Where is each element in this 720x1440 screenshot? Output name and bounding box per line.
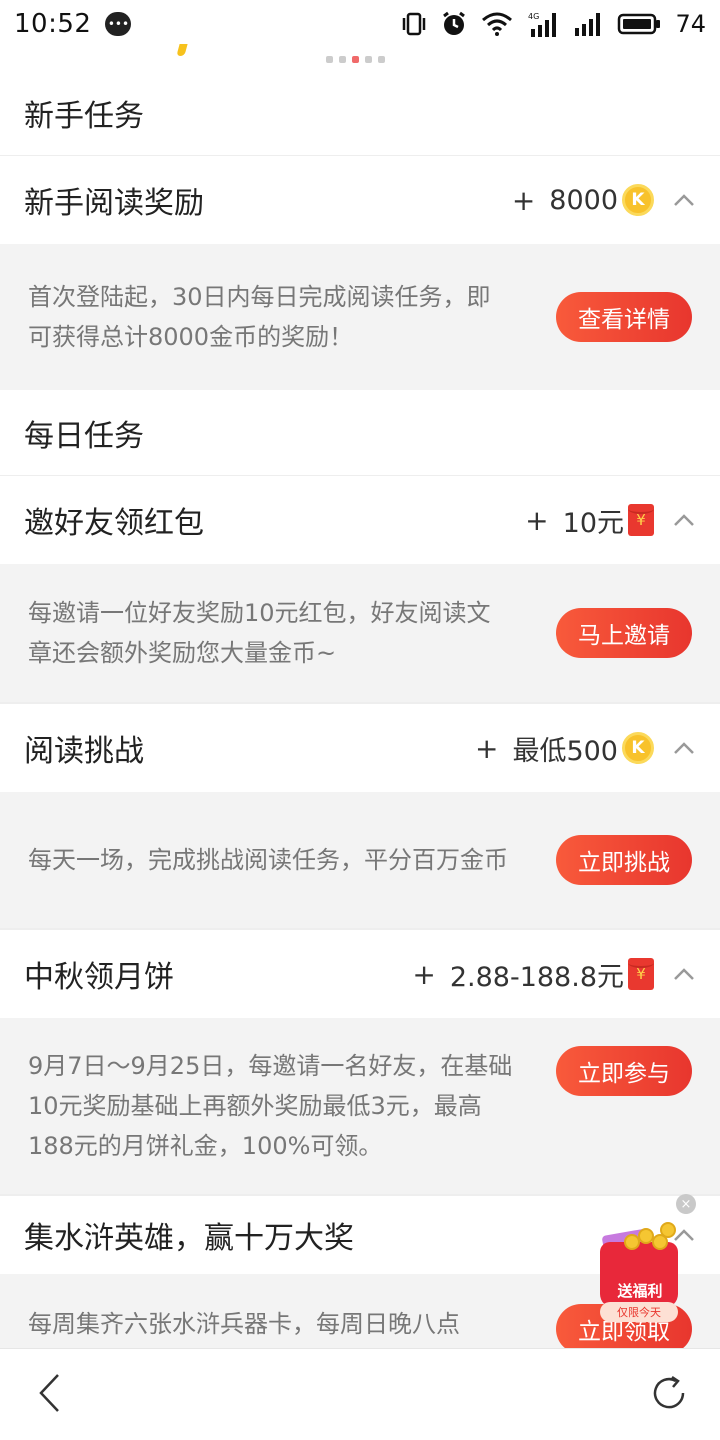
vibrate-icon [403, 12, 426, 36]
task-desc-panel: 9月7日～9月25日，每邀请一名好友，在基础10元奖励基础上再额外奖励最低3元，… [0, 1018, 720, 1194]
plus-sign: + [525, 503, 549, 537]
view-details-button[interactable]: 查看详情 [556, 292, 692, 342]
task-list: 新手任务 新手阅读奖励 + 8000 K 首次登陆起，30日内每日完成阅读任务，… [0, 70, 720, 1384]
join-now-button[interactable]: 立即参与 [556, 1046, 692, 1096]
task-desc-panel: 每天一场，完成挑战阅读任务，平分百万金币 立即挑战 [0, 792, 720, 928]
red-envelope-icon: ¥ [628, 504, 654, 536]
plus-sign: + [511, 183, 536, 217]
back-icon[interactable] [36, 1373, 64, 1417]
coins-icon [620, 1222, 676, 1252]
chevron-up-icon[interactable] [672, 508, 696, 532]
reward-amount: 10元 [562, 507, 624, 539]
chevron-up-icon[interactable] [672, 188, 696, 212]
alarm-icon [443, 11, 466, 35]
chevron-up-icon[interactable] [672, 736, 696, 760]
task-name: 中秋领月饼 [24, 960, 174, 995]
task-row-invite-friends[interactable]: 邀好友领红包 + 10元 ¥ [0, 476, 720, 564]
section-title-daily: 每日任务 [0, 390, 720, 476]
task-name: 新手阅读奖励 [24, 186, 204, 221]
carousel-dot [339, 56, 346, 63]
reward-amount: 2.88-188.8元 [449, 961, 624, 993]
signal-icon: 4G [528, 12, 557, 37]
task-desc: 每邀请一位好友奖励10元红包，好友阅读文章还会额外奖励您大量金币~ [28, 599, 491, 667]
task-desc: 首次登陆起，30日内每日完成阅读任务，即可获得总计8000金币的奖励！ [28, 283, 491, 351]
reward-amount: 最低500 [512, 735, 618, 767]
carousel-dot [378, 56, 385, 63]
plus-sign: + [474, 731, 499, 765]
section-title-newbie: 新手任务 [0, 70, 720, 156]
chevron-up-icon[interactable] [672, 962, 696, 986]
task-desc-panel: 每邀请一位好友奖励10元红包，好友阅读文章还会额外奖励您大量金币~ 马上邀请 [0, 564, 720, 702]
carousel-indicator [326, 56, 385, 63]
task-name: 阅读挑战 [24, 734, 144, 769]
challenge-now-button[interactable]: 立即挑战 [556, 835, 692, 885]
task-desc: 9月7日～9月25日，每邀请一名好友，在基础10元奖励基础上再额外奖励最低3元，… [28, 1052, 513, 1160]
task-row-newbie-reading[interactable]: 新手阅读奖励 + 8000 K [0, 156, 720, 244]
banner-edge [176, 44, 188, 56]
message-icon: ••• [105, 12, 132, 36]
task-name: 集水浒英雄，赢十万大奖 [24, 1221, 354, 1256]
coin-icon: K [622, 184, 654, 216]
wifi-icon [482, 12, 513, 36]
close-icon[interactable]: × [676, 1194, 696, 1214]
carousel-dot [365, 56, 372, 63]
red-envelope-icon: ¥ [628, 958, 654, 990]
promo-label: 送福利 [617, 1282, 663, 1300]
task-row-reading-challenge[interactable]: 阅读挑战 + 最低500 K [0, 704, 720, 792]
carousel-dot [326, 56, 333, 63]
task-desc-panel: 首次登陆起，30日内每日完成阅读任务，即可获得总计8000金币的奖励！ 查看详情 [0, 244, 720, 390]
promo-float[interactable]: × 送福利 仅限今天 [598, 1192, 704, 1322]
task-reward: + 8000 K [512, 184, 654, 217]
promo-sub-label: 仅限今天 [600, 1302, 678, 1322]
task-reward: + 2.88-188.8元 ¥ [412, 955, 654, 994]
task-reward: + 最低500 K [475, 729, 654, 768]
task-name: 邀好友领红包 [24, 506, 204, 541]
task-desc: 每天一场，完成挑战阅读任务，平分百万金币 [28, 846, 508, 874]
battery-icon [618, 13, 661, 35]
bottom-nav [0, 1348, 720, 1440]
status-bar: 10:52 ••• 4G 74 [0, 0, 720, 48]
svg-text:4G: 4G [528, 12, 539, 21]
carousel-dot-active [352, 56, 359, 63]
status-time: 10:52 [14, 9, 92, 39]
coin-icon: K [622, 732, 654, 764]
signal-icon [575, 13, 601, 36]
refresh-icon[interactable] [648, 1372, 690, 1418]
battery-level: 74 [675, 10, 706, 38]
task-desc: 每周集齐六张水浒兵器卡，每周日晚八点 [28, 1310, 460, 1338]
task-reward: + 10元 ¥ [525, 501, 654, 540]
task-row-mid-autumn[interactable]: 中秋领月饼 + 2.88-188.8元 ¥ [0, 930, 720, 1018]
plus-sign: + [412, 957, 436, 991]
reward-amount: 8000 [549, 184, 618, 216]
invite-now-button[interactable]: 马上邀请 [556, 608, 692, 658]
